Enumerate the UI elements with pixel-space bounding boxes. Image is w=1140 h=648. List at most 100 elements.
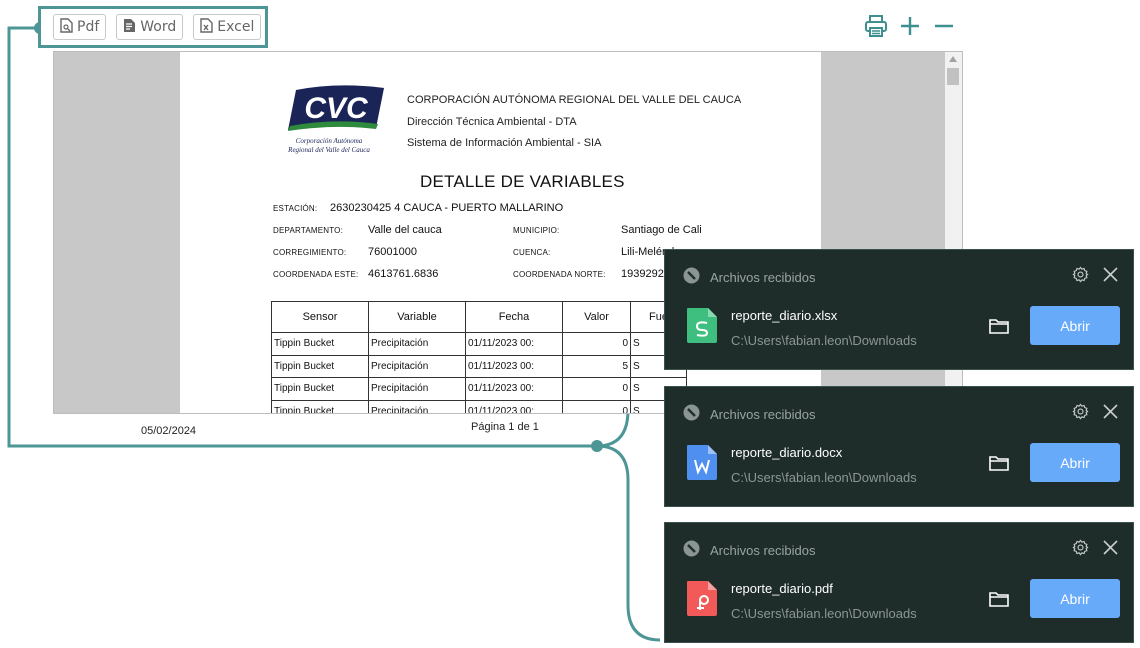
word-file-icon [123, 18, 136, 37]
table-row: Tippin Bucket Precipitación 01/11/2023 0… [271, 377, 687, 401]
settings-gear-icon[interactable] [1071, 265, 1089, 283]
open-folder-icon[interactable] [988, 316, 1010, 336]
download-notification-pdf: Archivos recibidos reporte_diario.pdf C:… [664, 522, 1134, 643]
download-app-icon [683, 267, 700, 287]
org-division: Dirección Técnica Ambiental - DTA [407, 115, 577, 128]
export-word-button[interactable]: Word [116, 14, 184, 40]
printer-icon[interactable] [864, 12, 888, 40]
minus-icon[interactable] [932, 12, 956, 40]
column-header: Variable [368, 301, 466, 333]
cvc-logo: CVC Corporación Autónoma Regional del Va… [284, 84, 388, 156]
excel-file-icon [200, 17, 213, 37]
table-row: Tippin Bucket Precipitación 01/11/2023 0… [271, 332, 687, 356]
export-excel-button[interactable]: Excel [193, 14, 262, 40]
open-file-button[interactable]: Abrir [1030, 579, 1120, 618]
org-system: Sistema de Información Ambiental - SIA [407, 137, 602, 149]
download-app-icon [683, 404, 700, 424]
departamento-value: Valle del cauca [368, 224, 442, 236]
table-cell: 0 [562, 399, 631, 413]
open-folder-icon[interactable] [988, 453, 1010, 473]
close-icon[interactable] [1101, 265, 1119, 283]
table-cell: Precipitación [368, 354, 466, 378]
table-cell: 01/11/2023 00: [465, 354, 563, 378]
column-header: Valor [562, 301, 631, 333]
column-header: Fecha [465, 301, 563, 333]
report-title: DETALLE DE VARIABLES [420, 172, 625, 191]
settings-gear-icon[interactable] [1071, 538, 1089, 556]
plus-icon[interactable] [898, 12, 922, 40]
notification-filename[interactable]: reporte_diario.docx [731, 445, 842, 460]
corregimiento-label: CORREGIMIENTO: [273, 248, 347, 257]
notification-title: Archivos recibidos [710, 542, 816, 558]
notification-filename[interactable]: reporte_diario.xlsx [731, 308, 837, 323]
notification-header: Archivos recibidos [683, 267, 816, 287]
open-file-button[interactable]: Abrir [1030, 306, 1120, 345]
table-cell: 01/11/2023 00: [465, 399, 563, 413]
export-pdf-label: Pdf [77, 19, 100, 35]
svg-text:Regional del Valle del Cauca: Regional del Valle del Cauca [287, 146, 370, 154]
notification-header: Archivos recibidos [683, 540, 816, 560]
estacion-value: 2630230425 4 CAUCA - PUERTO MALLARINO [330, 202, 564, 214]
notification-path: C:\Users\fabian.leon\Downloads [731, 606, 917, 621]
cuenca-label: CUENCA: [513, 248, 551, 257]
coordenada-este-label: COORDENADA ESTE: [273, 270, 359, 279]
notification-controls [1071, 538, 1119, 556]
coordenada-este-value: 4613761.6836 [368, 268, 439, 280]
notification-controls [1071, 265, 1119, 283]
export-toolbar: Pdf Word Excel [38, 6, 268, 48]
municipio-value: Santiago de Cali [621, 224, 702, 236]
variables-table: Sensor Variable Fecha Valor Fue Tippin B… [271, 301, 687, 413]
table-cell: 01/11/2023 00: [465, 377, 563, 401]
notification-path: C:\Users\fabian.leon\Downloads [731, 333, 917, 348]
table-row: Tippin Bucket Precipitación 01/11/2023 0… [271, 399, 687, 413]
notification-header: Archivos recibidos [683, 404, 816, 424]
word-file-icon [685, 443, 719, 481]
column-header: Sensor [271, 301, 369, 333]
table-row: Tippin Bucket Precipitación 01/11/2023 0… [271, 354, 687, 378]
coordenada-norte-label: COORDENADA NORTE: [513, 270, 606, 279]
table-cell: Tippin Bucket [271, 377, 369, 401]
open-file-button[interactable]: Abrir [1030, 443, 1120, 482]
scroll-thumb[interactable] [947, 68, 959, 85]
close-icon[interactable] [1101, 402, 1119, 420]
table-cell: Tippin Bucket [271, 354, 369, 378]
table-cell: 5 [562, 354, 631, 378]
footer-date: 05/02/2024 [141, 425, 197, 437]
download-notification-docx: Archivos recibidos reporte_diario.docx C… [664, 386, 1134, 507]
svg-text:Corporación Autónoma: Corporación Autónoma [296, 137, 363, 145]
footer-page-number: Página 1 de 1 [471, 421, 539, 433]
svg-text:CVC: CVC [304, 92, 369, 125]
table-cell: Tippin Bucket [271, 332, 369, 356]
scroll-up-arrow-icon[interactable] [949, 56, 957, 62]
export-word-label: Word [140, 19, 177, 35]
settings-gear-icon[interactable] [1071, 402, 1089, 420]
table-cell: 0 [562, 377, 631, 401]
table-header-row: Sensor Variable Fecha Valor Fue [271, 301, 687, 333]
viewer-tools [864, 12, 956, 40]
table-cell: Precipitación [368, 377, 466, 401]
organization-header: CORPORACIÓN AUTÓNOMA REGIONAL DEL VALLE … [407, 90, 741, 155]
notification-title: Archivos recibidos [710, 269, 816, 285]
table-cell: Precipitación [368, 332, 466, 356]
export-pdf-button[interactable]: Pdf [53, 14, 107, 40]
estacion-label: ESTACIÓN: [273, 204, 318, 213]
open-folder-icon[interactable] [988, 589, 1010, 609]
spreadsheet-file-icon [685, 306, 719, 344]
table-cell: Precipitación [368, 399, 466, 413]
export-excel-label: Excel [217, 19, 255, 35]
screen: Pdf Word Excel CVC Corporación Autónoma … [0, 0, 1140, 648]
notification-controls [1071, 402, 1119, 420]
notification-path: C:\Users\fabian.leon\Downloads [731, 470, 917, 485]
download-app-icon [683, 540, 700, 560]
municipio-label: MUNICIPIO: [513, 226, 560, 235]
notification-filename[interactable]: reporte_diario.pdf [731, 581, 833, 596]
table-cell: 0 [562, 332, 631, 356]
departamento-label: DEPARTAMENTO: [273, 226, 344, 235]
corregimiento-value: 76001000 [368, 246, 417, 258]
close-icon[interactable] [1101, 538, 1119, 556]
table-cell: Tippin Bucket [271, 399, 369, 413]
coordenada-norte-value: 1939292 [621, 268, 664, 280]
pdf-file-icon [685, 579, 719, 617]
pdf-file-icon [60, 17, 73, 37]
org-name: CORPORACIÓN AUTÓNOMA REGIONAL DEL VALLE … [407, 94, 742, 106]
